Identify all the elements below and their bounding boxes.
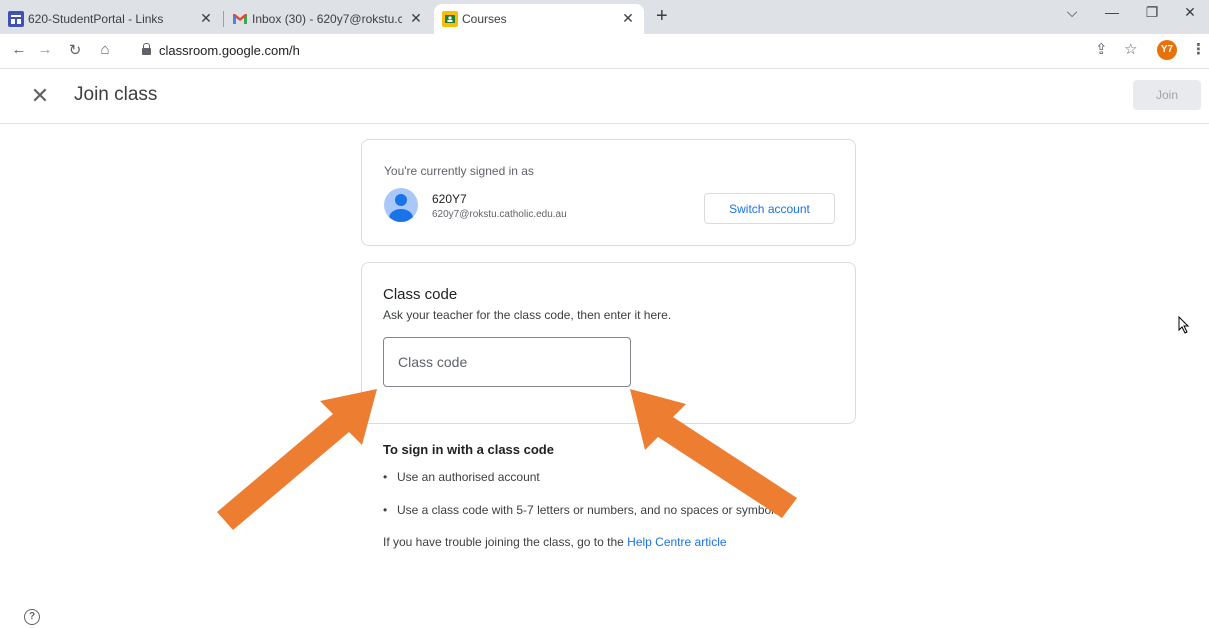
account-avatar-icon bbox=[384, 188, 418, 222]
tab-close-icon[interactable]: ✕ bbox=[408, 10, 424, 27]
class-code-input[interactable] bbox=[383, 337, 631, 387]
profile-avatar[interactable]: Y7 bbox=[1157, 40, 1177, 60]
home-icon[interactable]: ⌂ bbox=[94, 41, 116, 58]
address-bar[interactable]: classroom.google.com/h bbox=[128, 38, 1209, 62]
browser-toolbar: ← → ↻ ⌂ classroom.google.com/h ⇪ ☆ Y7 ⋮ bbox=[0, 34, 1209, 69]
gmail-favicon-icon bbox=[232, 11, 248, 27]
tab-title: 620-StudentPortal - Links bbox=[28, 12, 164, 26]
tab-close-icon[interactable]: ✕ bbox=[620, 10, 636, 27]
url-text: classroom.google.com/h bbox=[159, 42, 300, 58]
account-card: You're currently signed in as 620Y7 620y… bbox=[361, 139, 856, 246]
window-close-icon[interactable]: ✕ bbox=[1170, 4, 1209, 21]
page-header: ✕ Join class Join bbox=[0, 69, 1209, 124]
instruction-text: Use a class code with 5-7 letters or num… bbox=[397, 503, 780, 517]
account-name: 620Y7 bbox=[432, 192, 467, 206]
class-code-subtitle: Ask your teacher for the class code, the… bbox=[383, 308, 672, 322]
signed-in-label: You're currently signed in as bbox=[384, 164, 534, 178]
tab-courses[interactable]: Courses ✕ bbox=[434, 4, 644, 34]
share-icon[interactable]: ⇪ bbox=[1095, 40, 1108, 58]
left-orange-arrow-icon bbox=[217, 389, 377, 530]
mouse-cursor-icon bbox=[1178, 316, 1190, 334]
tab-student-portal[interactable]: 620-StudentPortal - Links ✕ bbox=[0, 4, 222, 34]
tab-close-icon[interactable]: ✕ bbox=[198, 10, 214, 27]
tab-search-chevron-icon[interactable]: ⌵ bbox=[1052, 4, 1092, 21]
back-icon[interactable]: ← bbox=[8, 41, 30, 58]
instruction-item: • Use an authorised account bbox=[383, 470, 540, 484]
help-icon[interactable]: ? bbox=[24, 609, 40, 625]
instructions-title: To sign in with a class code bbox=[383, 442, 554, 457]
instruction-text: Use an authorised account bbox=[397, 470, 540, 484]
tab-title: Inbox (30) - 620y7@rokstu.catholic.edu.a… bbox=[252, 12, 402, 26]
class-code-card: Class code Ask your teacher for the clas… bbox=[361, 262, 856, 424]
sites-favicon-icon bbox=[8, 11, 24, 27]
menu-kebab-icon[interactable]: ⋮ bbox=[1191, 40, 1206, 58]
forward-icon[interactable]: → bbox=[34, 41, 56, 58]
account-email: 620y7@rokstu.catholic.edu.au bbox=[432, 209, 567, 220]
tab-strip: 620-StudentPortal - Links ✕ Inbox (30) -… bbox=[0, 0, 1209, 34]
help-centre-link[interactable]: Help Centre article bbox=[627, 535, 726, 549]
trouble-prefix: If you have trouble joining the class, g… bbox=[383, 535, 628, 549]
tab-title: Courses bbox=[462, 12, 507, 26]
minimize-icon[interactable]: — bbox=[1092, 4, 1132, 20]
join-button[interactable]: Join bbox=[1133, 80, 1201, 110]
class-code-title: Class code bbox=[383, 286, 458, 303]
instruction-item: • Use a class code with 5-7 letters or nu… bbox=[383, 503, 780, 517]
trouble-text: If you have trouble joining the class, g… bbox=[383, 535, 727, 549]
tab-gmail-inbox[interactable]: Inbox (30) - 620y7@rokstu.catholic.edu.a… bbox=[224, 4, 432, 34]
switch-account-button[interactable]: Switch account bbox=[704, 193, 835, 224]
classroom-favicon-icon bbox=[442, 11, 458, 27]
restore-icon[interactable]: ❐ bbox=[1132, 4, 1172, 21]
page-title: Join class bbox=[74, 84, 158, 105]
new-tab-icon[interactable]: + bbox=[656, 5, 668, 28]
reload-icon[interactable]: ↻ bbox=[64, 41, 86, 59]
lock-icon bbox=[142, 42, 151, 55]
bookmark-star-icon[interactable]: ☆ bbox=[1124, 40, 1137, 58]
close-icon[interactable]: ✕ bbox=[28, 83, 52, 109]
